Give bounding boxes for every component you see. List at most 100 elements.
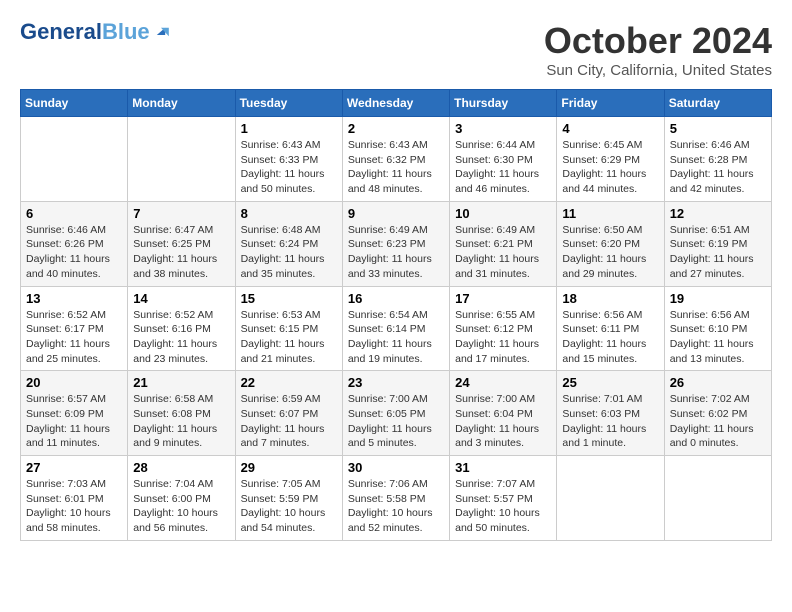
day-number: 31 [455, 460, 551, 475]
calendar-cell: 27 Sunrise: 7:03 AM Sunset: 6:01 PM Dayli… [21, 456, 128, 541]
logo: GeneralBlue [20, 20, 170, 44]
calendar-cell: 2Sunrise: 6:43 AM Sunset: 6:32 PM Daylig… [342, 117, 449, 202]
calendar-cell: 15Sunrise: 6:53 AM Sunset: 6:15 PM Dayli… [235, 286, 342, 371]
day-info: Sunrise: 6:48 AM Sunset: 6:24 PM Dayligh… [241, 224, 325, 280]
day-info: Sunrise: 6:50 AM Sunset: 6:20 PM Dayligh… [562, 224, 646, 280]
calendar-cell: 23Sunrise: 7:00 AM Sunset: 6:05 PM Dayli… [342, 371, 449, 456]
calendar-title: October 2024 [544, 20, 772, 62]
day-info: Sunrise: 6:55 AM Sunset: 6:12 PM Dayligh… [455, 309, 539, 365]
calendar-cell: 29 Sunrise: 7:05 AM Sunset: 5:59 PM Dayli… [235, 456, 342, 541]
weekday-header-thursday: Thursday [450, 90, 557, 117]
day-number: 1 [241, 121, 337, 136]
day-number: 9 [348, 206, 444, 221]
calendar-cell: 25Sunrise: 7:01 AM Sunset: 6:03 PM Dayli… [557, 371, 664, 456]
day-number: 10 [455, 206, 551, 221]
week-row-1: 1 Sunrise: 6:43 AM Sunset: 6:33 PM Daylig… [21, 117, 772, 202]
day-info: Sunrise: 7:05 AM Sunset: 5:59 PM Dayligh… [241, 478, 326, 534]
day-info: Sunrise: 6:49 AM Sunset: 6:21 PM Dayligh… [455, 224, 539, 280]
day-number: 16 [348, 291, 444, 306]
title-area: October 2024 Sun City, California, Unite… [544, 20, 772, 79]
calendar-cell: 18 Sunrise: 6:56 AM Sunset: 6:11 PM Dayli… [557, 286, 664, 371]
day-info: Sunrise: 6:46 AM Sunset: 6:28 PM Dayligh… [670, 139, 754, 195]
calendar-cell: 11Sunrise: 6:50 AM Sunset: 6:20 PM Dayli… [557, 201, 664, 286]
calendar-cell [128, 117, 235, 202]
day-number: 15 [241, 291, 337, 306]
day-number: 26 [670, 375, 766, 390]
weekday-header-friday: Friday [557, 90, 664, 117]
calendar-cell: 22 Sunrise: 6:59 AM Sunset: 6:07 PM Dayli… [235, 371, 342, 456]
calendar-subtitle: Sun City, California, United States [544, 62, 772, 79]
day-info: Sunrise: 6:56 AM Sunset: 6:10 PM Dayligh… [670, 309, 754, 365]
weekday-header-wednesday: Wednesday [342, 90, 449, 117]
day-number: 6 [26, 206, 122, 221]
calendar-cell [21, 117, 128, 202]
day-info: Sunrise: 7:03 AM Sunset: 6:01 PM Dayligh… [26, 478, 111, 534]
day-info: Sunrise: 6:45 AM Sunset: 6:29 PM Dayligh… [562, 139, 646, 195]
week-row-2: 6Sunrise: 6:46 AM Sunset: 6:26 PM Daylig… [21, 201, 772, 286]
calendar-cell: 21Sunrise: 6:58 AM Sunset: 6:08 PM Dayli… [128, 371, 235, 456]
day-number: 12 [670, 206, 766, 221]
day-number: 18 [562, 291, 658, 306]
day-info: Sunrise: 6:52 AM Sunset: 6:16 PM Dayligh… [133, 309, 217, 365]
day-number: 19 [670, 291, 766, 306]
day-number: 23 [348, 375, 444, 390]
day-number: 8 [241, 206, 337, 221]
weekday-header-saturday: Saturday [664, 90, 771, 117]
calendar-cell: 31 Sunrise: 7:07 AM Sunset: 5:57 PM Dayli… [450, 456, 557, 541]
calendar-cell: 13 Sunrise: 6:52 AM Sunset: 6:17 PM Dayli… [21, 286, 128, 371]
calendar-cell: 9Sunrise: 6:49 AM Sunset: 6:23 PM Daylig… [342, 201, 449, 286]
day-info: Sunrise: 6:57 AM Sunset: 6:09 PM Dayligh… [26, 393, 110, 449]
calendar-cell: 24 Sunrise: 7:00 AM Sunset: 6:04 PM Dayli… [450, 371, 557, 456]
calendar-cell: 8 Sunrise: 6:48 AM Sunset: 6:24 PM Daylig… [235, 201, 342, 286]
day-info: Sunrise: 6:59 AM Sunset: 6:07 PM Dayligh… [241, 393, 325, 449]
day-number: 7 [133, 206, 229, 221]
calendar-cell: 26 Sunrise: 7:02 AM Sunset: 6:02 PM Dayli… [664, 371, 771, 456]
calendar-cell: 28Sunrise: 7:04 AM Sunset: 6:00 PM Dayli… [128, 456, 235, 541]
day-info: Sunrise: 7:00 AM Sunset: 6:04 PM Dayligh… [455, 393, 539, 449]
day-info: Sunrise: 7:01 AM Sunset: 6:03 PM Dayligh… [562, 393, 646, 449]
logo-text: GeneralBlue [20, 20, 150, 44]
day-number: 30 [348, 460, 444, 475]
day-info: Sunrise: 6:51 AM Sunset: 6:19 PM Dayligh… [670, 224, 754, 280]
day-number: 20 [26, 375, 122, 390]
weekday-header-tuesday: Tuesday [235, 90, 342, 117]
day-number: 17 [455, 291, 551, 306]
calendar-cell: 6Sunrise: 6:46 AM Sunset: 6:26 PM Daylig… [21, 201, 128, 286]
day-number: 3 [455, 121, 551, 136]
day-info: Sunrise: 6:43 AM Sunset: 6:33 PM Dayligh… [241, 139, 325, 195]
day-info: Sunrise: 6:56 AM Sunset: 6:11 PM Dayligh… [562, 309, 646, 365]
day-number: 13 [26, 291, 122, 306]
calendar-cell: 1 Sunrise: 6:43 AM Sunset: 6:33 PM Daylig… [235, 117, 342, 202]
calendar-cell: 30 Sunrise: 7:06 AM Sunset: 5:58 PM Dayli… [342, 456, 449, 541]
week-row-3: 13 Sunrise: 6:52 AM Sunset: 6:17 PM Dayli… [21, 286, 772, 371]
calendar-cell: 19 Sunrise: 6:56 AM Sunset: 6:10 PM Dayli… [664, 286, 771, 371]
day-info: Sunrise: 7:06 AM Sunset: 5:58 PM Dayligh… [348, 478, 433, 534]
day-info: Sunrise: 7:02 AM Sunset: 6:02 PM Dayligh… [670, 393, 754, 449]
day-number: 2 [348, 121, 444, 136]
day-number: 4 [562, 121, 658, 136]
week-row-4: 20 Sunrise: 6:57 AM Sunset: 6:09 PM Dayli… [21, 371, 772, 456]
calendar-cell [557, 456, 664, 541]
calendar-cell: 10 Sunrise: 6:49 AM Sunset: 6:21 PM Dayli… [450, 201, 557, 286]
day-info: Sunrise: 6:47 AM Sunset: 6:25 PM Dayligh… [133, 224, 217, 280]
logo-icon [152, 23, 170, 41]
calendar-cell: 17 Sunrise: 6:55 AM Sunset: 6:12 PM Dayli… [450, 286, 557, 371]
header: GeneralBlue October 2024 Sun City, Calif… [20, 20, 772, 79]
day-number: 29 [241, 460, 337, 475]
weekday-header-row: SundayMondayTuesdayWednesdayThursdayFrid… [21, 90, 772, 117]
calendar-cell: 20 Sunrise: 6:57 AM Sunset: 6:09 PM Dayli… [21, 371, 128, 456]
day-info: Sunrise: 6:54 AM Sunset: 6:14 PM Dayligh… [348, 309, 432, 365]
calendar-cell: 4 Sunrise: 6:45 AM Sunset: 6:29 PM Daylig… [557, 117, 664, 202]
day-info: Sunrise: 6:52 AM Sunset: 6:17 PM Dayligh… [26, 309, 110, 365]
day-number: 27 [26, 460, 122, 475]
calendar-cell: 12 Sunrise: 6:51 AM Sunset: 6:19 PM Dayli… [664, 201, 771, 286]
day-number: 28 [133, 460, 229, 475]
calendar-cell [664, 456, 771, 541]
calendar-table: SundayMondayTuesdayWednesdayThursdayFrid… [20, 89, 772, 541]
calendar-cell: 3Sunrise: 6:44 AM Sunset: 6:30 PM Daylig… [450, 117, 557, 202]
day-number: 24 [455, 375, 551, 390]
day-number: 14 [133, 291, 229, 306]
day-info: Sunrise: 7:07 AM Sunset: 5:57 PM Dayligh… [455, 478, 540, 534]
calendar-cell: 7 Sunrise: 6:47 AM Sunset: 6:25 PM Daylig… [128, 201, 235, 286]
day-number: 22 [241, 375, 337, 390]
